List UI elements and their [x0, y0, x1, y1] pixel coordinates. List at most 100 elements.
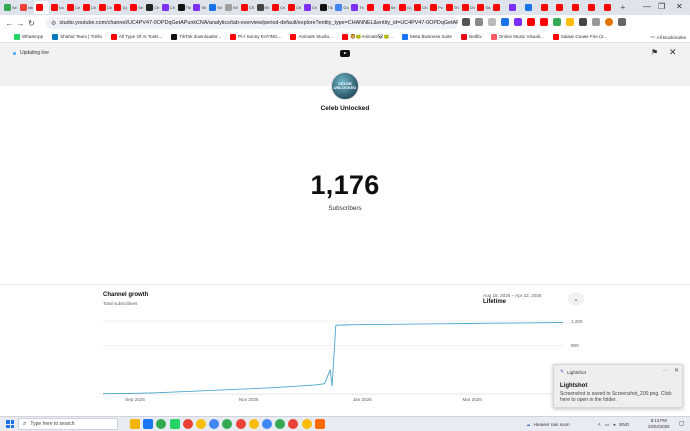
zoom-icon[interactable]	[475, 18, 483, 26]
language-indicator[interactable]: ENG	[619, 422, 629, 427]
taskbar-app-chrome-icon[interactable]	[156, 419, 167, 429]
browser-tab[interactable]: Cel	[65, 1, 80, 14]
minimize-icon[interactable]: —	[643, 2, 651, 11]
browser-tab[interactable]: Se	[2, 1, 17, 14]
browser-tab[interactable]: Ch	[144, 1, 159, 14]
browser-tab[interactable]	[602, 1, 617, 14]
star-icon[interactable]	[488, 18, 496, 26]
taskbar-app-chrome-2-icon[interactable]	[182, 419, 193, 429]
browser-tab[interactable]	[491, 1, 506, 14]
bookmark-item[interactable]: Netflix	[460, 33, 482, 40]
taskbar-app-chrome-4-icon[interactable]	[209, 419, 220, 429]
extension-icon[interactable]	[501, 18, 509, 26]
weather-widget[interactable]: ☁ Heavier rain soon	[526, 419, 570, 430]
chevron-up-icon[interactable]: ˄	[598, 422, 601, 427]
taskbar-app-chrome-7-icon[interactable]	[248, 419, 259, 429]
browser-tab[interactable]: (1)	[397, 1, 412, 14]
feedback-icon[interactable]: ⚑	[651, 48, 658, 57]
taskbar-app-chrome-10-icon[interactable]	[288, 419, 299, 429]
extension-icon[interactable]	[514, 18, 522, 26]
bookmark-item[interactable]: Shahid Team | Trello	[52, 33, 102, 40]
forward-arrow-icon[interactable]: →	[15, 19, 26, 28]
browser-tab[interactable]: Wi	[223, 1, 238, 14]
window-close-icon[interactable]: ✕	[676, 2, 683, 11]
browser-tab[interactable]: CS	[239, 1, 254, 14]
all-bookmarks-button[interactable]: ▭ All Bookmarks	[650, 31, 686, 43]
browser-tab[interactable]: Cel	[270, 1, 285, 14]
browser-tab[interactable]: ka	[49, 1, 64, 14]
volume-icon[interactable]: ◂	[613, 422, 615, 428]
browser-tab[interactable]: Sea	[475, 1, 491, 14]
taskbar-app-chrome-3-icon[interactable]	[196, 419, 206, 429]
taskbar-app-whatsapp-icon[interactable]	[169, 419, 180, 429]
network-icon[interactable]: ▭	[605, 422, 609, 428]
bookmark-item[interactable]: Online Music Visuali...	[490, 33, 544, 40]
browser-tab[interactable]: Mi	[255, 1, 270, 14]
taskbar-app-facebook-icon[interactable]	[143, 419, 154, 429]
address-bar[interactable]: ⚙ studio.youtube.com/channel/UC4PV47-0OP…	[46, 17, 458, 29]
taskbar-search-input[interactable]: ⌕ Type here to search	[18, 418, 118, 430]
close-icon[interactable]: ✕	[669, 47, 677, 58]
taskbar-app-chrome-6-icon[interactable]	[235, 419, 246, 429]
browser-tab[interactable]: Ch	[81, 1, 96, 14]
taskbar-app-explorer-icon[interactable]	[130, 419, 140, 429]
browser-tab[interactable]	[523, 1, 538, 14]
browser-tab[interactable]: Ch	[160, 1, 175, 14]
browser-tab[interactable]	[365, 1, 380, 14]
date-range-label[interactable]: Lifetime	[483, 299, 506, 305]
browser-tab[interactable]: Se	[128, 1, 143, 14]
profile-avatar[interactable]	[605, 18, 613, 26]
bookmark-item[interactable]: Meta Business Suite	[402, 33, 452, 40]
sidebar-icon[interactable]	[592, 18, 600, 26]
bookmark-item[interactable]: All Type Of AI Tools...	[110, 33, 162, 40]
back-arrow-icon[interactable]: ←	[4, 19, 15, 28]
site-info-icon[interactable]: ⚙	[51, 20, 56, 27]
browser-tab[interactable]	[507, 1, 522, 14]
browser-tab[interactable]: Pc	[428, 1, 443, 14]
date-range-dropdown-button[interactable]: ⌄	[568, 292, 584, 306]
reload-icon[interactable]: ↻	[26, 19, 37, 28]
taskbar-clock[interactable]: 8:13 PM 23/04/2026	[648, 418, 670, 430]
taskbar-app-chrome-9-icon[interactable]	[275, 419, 286, 429]
browser-tab[interactable]: TikT	[176, 1, 191, 14]
browser-tab[interactable]	[586, 1, 601, 14]
kebab-menu-icon[interactable]	[618, 18, 626, 26]
browser-tab[interactable]: Inb	[18, 1, 33, 14]
notification-close-icon[interactable]: ✕	[674, 367, 679, 374]
browser-tab[interactable]: Ch	[412, 1, 427, 14]
notification-body[interactable]: Screenshot is saved to Screenshot_200.pn…	[560, 391, 680, 403]
browser-tab[interactable]: Tik	[318, 1, 333, 14]
new-tab-icon[interactable]: +	[620, 3, 625, 12]
notifications-icon[interactable]: ▢	[679, 420, 685, 427]
browser-tab[interactable]: (1)	[112, 1, 127, 14]
browser-tab[interactable]	[33, 1, 49, 14]
browser-tab[interactable]: Ch	[302, 1, 317, 14]
windows-start-icon[interactable]	[6, 420, 14, 428]
browser-tab[interactable]: Th	[444, 1, 459, 14]
extension-icon[interactable]	[527, 18, 535, 26]
browser-tab[interactable]: Go	[333, 1, 349, 14]
taskbar-app-lightshot-app-icon[interactable]	[314, 419, 325, 429]
browser-tab[interactable]	[570, 1, 585, 14]
taskbar-app-chrome-11-icon[interactable]	[301, 419, 312, 429]
bookmark-item[interactable]: PI-I Sunny EATING...	[230, 33, 281, 40]
taskbar-app-chrome-5-icon[interactable]	[222, 419, 233, 429]
bookmark-item[interactable]: TikTok downloader...	[171, 33, 221, 40]
bookmark-item[interactable]: 🦁🐸Animals🐼🐸...	[341, 33, 393, 40]
extension-icon[interactable]	[462, 18, 470, 26]
browser-tab[interactable]: Sh	[191, 1, 206, 14]
browser-tab[interactable]: Se	[207, 1, 222, 14]
browser-tab[interactable]	[539, 1, 554, 14]
browser-tab[interactable]: Th	[349, 1, 364, 14]
browser-tab[interactable]: Se	[381, 1, 396, 14]
extension-icon[interactable]	[540, 18, 548, 26]
browser-tab[interactable]	[554, 1, 569, 14]
lightshot-notification[interactable]: ✎ Lightshot ··· ✕ Lightshot Screenshot i…	[553, 364, 683, 408]
browser-tab[interactable]: Ch	[286, 1, 301, 14]
puzzle-icon[interactable]	[579, 18, 587, 26]
system-tray[interactable]: ˄ ▭ ◂ ENG	[598, 419, 629, 430]
more-options-icon[interactable]: ···	[663, 368, 668, 374]
bookmark-item[interactable]: Animals Studio...	[290, 33, 333, 40]
bookmark-item[interactable]: Salaar Cease Fire (2...	[552, 33, 607, 40]
restore-icon[interactable]: ❐	[658, 2, 665, 11]
